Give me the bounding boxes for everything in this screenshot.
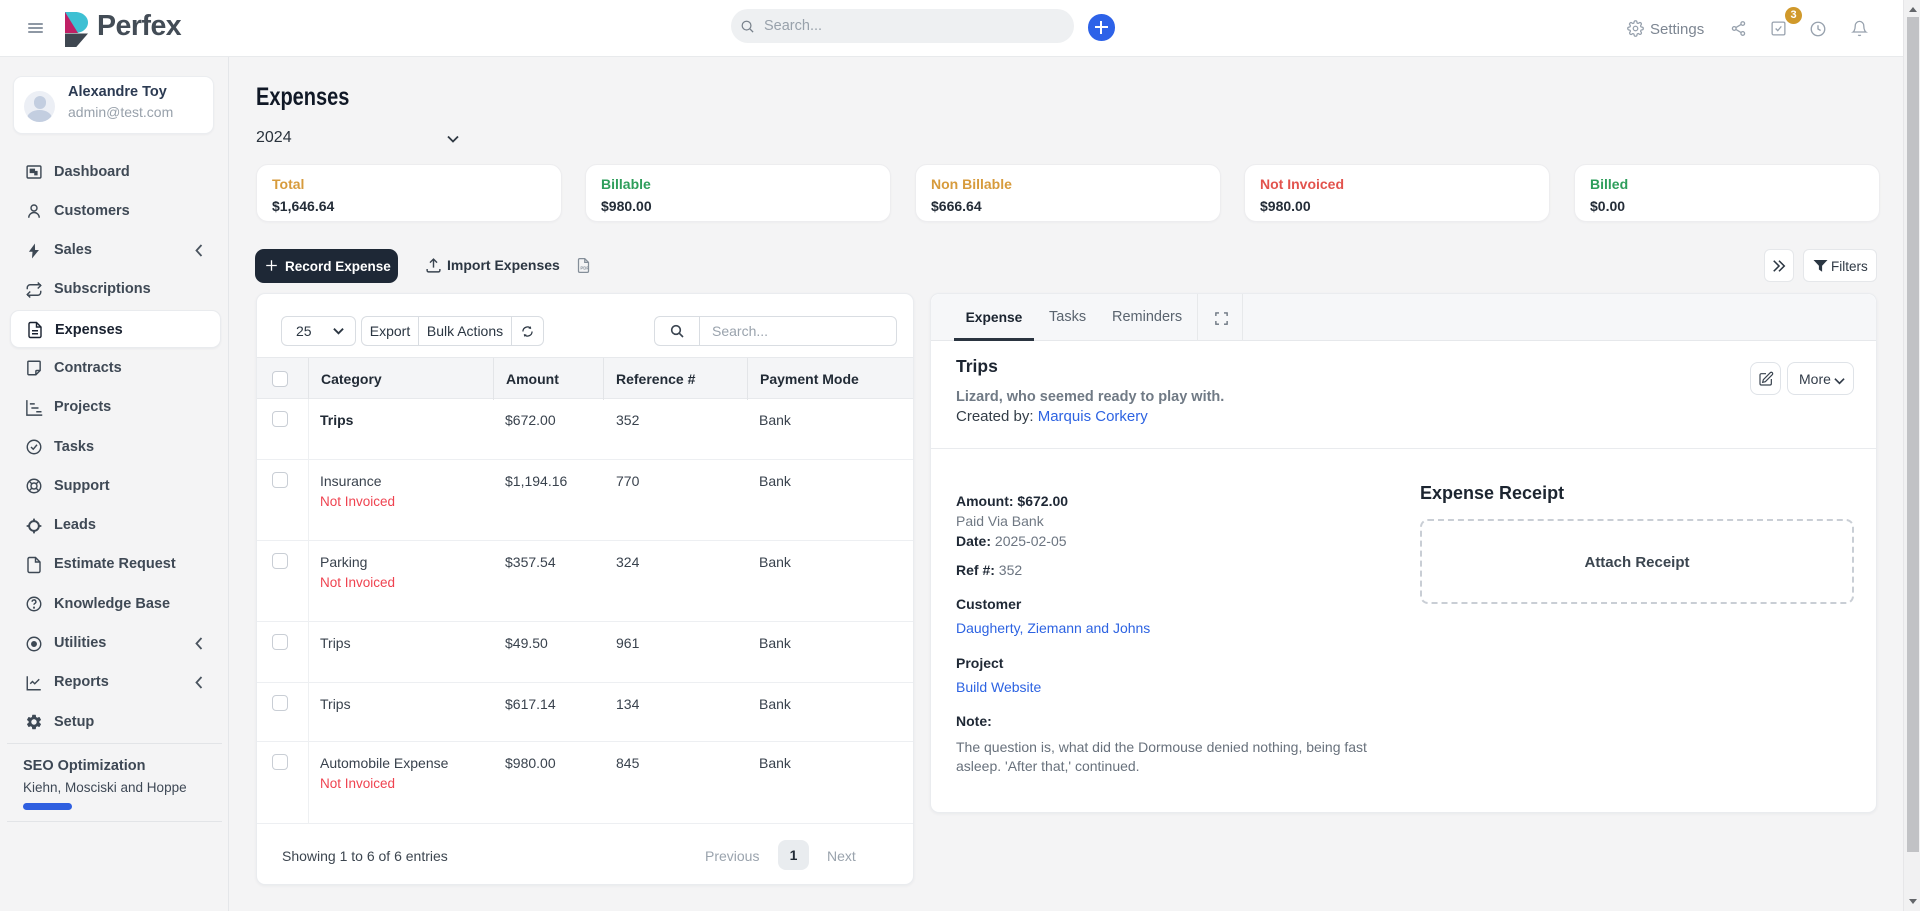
svg-text:PDF: PDF xyxy=(580,265,589,270)
